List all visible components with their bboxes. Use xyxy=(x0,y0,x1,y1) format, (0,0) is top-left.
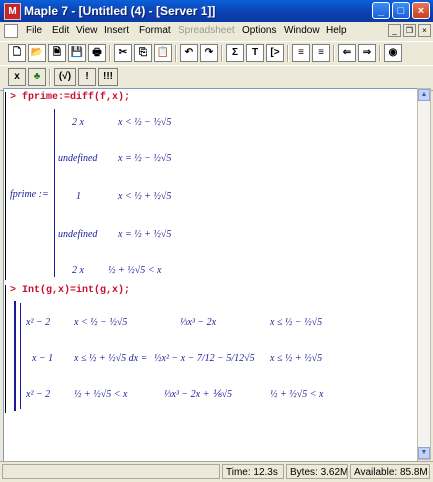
piecewise-brace xyxy=(54,109,55,277)
scroll-up-icon[interactable]: ▲ xyxy=(418,89,430,101)
piece-cond: x = ½ + ½√5 xyxy=(118,229,172,240)
execution-group-bracket[interactable] xyxy=(5,285,6,413)
result-cond: ½ + ½√5 < x xyxy=(270,389,324,400)
integrand-cond: ½ + ½√5 < x xyxy=(74,389,128,400)
integrand-cond: x < ½ − ½√5 xyxy=(74,317,128,328)
status-bytes: Bytes: 3.62M xyxy=(286,464,348,479)
doc-restore-button[interactable]: ❐ xyxy=(403,24,416,37)
piece-expr: 2 x xyxy=(72,265,84,276)
input-line-2[interactable]: > Int(g,x)=int(g,x); xyxy=(10,285,130,296)
menu-format[interactable]: Format xyxy=(139,25,171,36)
toolbar-separator xyxy=(379,45,381,62)
scroll-down-icon[interactable]: ▼ xyxy=(418,447,430,459)
result-cond: x ≤ ½ − ½√5 xyxy=(270,317,323,328)
toolbar-separator xyxy=(175,45,177,62)
piece-expr: 1 xyxy=(76,191,81,202)
open-url-icon[interactable]: 🗎 xyxy=(48,44,66,62)
paste-icon[interactable]: 📋 xyxy=(154,44,172,62)
redo-icon[interactable]: ↷ xyxy=(200,44,218,62)
prompt-icon[interactable]: [> xyxy=(266,44,284,62)
menu-help[interactable]: Help xyxy=(326,25,347,36)
title-bar[interactable]: M Maple 7 - [Untitled (4) - [Server 1]] … xyxy=(0,0,433,22)
menu-options[interactable]: Options xyxy=(242,25,276,36)
status-available: Available: 85.8M xyxy=(350,464,430,479)
integrand-expr: x² − 2 xyxy=(26,389,51,400)
new-file-icon[interactable]: 🗋 xyxy=(8,44,26,62)
stop-icon[interactable]: ◉ xyxy=(384,44,402,62)
toolbar-separator xyxy=(109,45,111,62)
result-cond: x ≤ ½ + ½√5 xyxy=(270,353,323,364)
doc-close-button[interactable]: × xyxy=(418,24,431,37)
maximize-button[interactable]: □ xyxy=(392,2,410,19)
back-icon[interactable]: ⇐ xyxy=(338,44,356,62)
input-line-1[interactable]: > fprime:=diff(f,x); xyxy=(10,92,130,103)
sigma-icon[interactable]: Σ xyxy=(226,44,244,62)
main-toolbar: 🗋 📂 🗎 💾 🖶 ✂ ⎘ 📋 ↶ ↷ Σ T [> ≡ ≡ ⇐ ⇒ ◉ xyxy=(0,41,433,67)
piece-cond: x < ½ + ½√5 xyxy=(118,191,172,202)
close-button[interactable]: × xyxy=(412,2,430,19)
open-file-icon[interactable]: 📂 xyxy=(28,44,46,62)
toolbar-separator xyxy=(333,45,335,62)
menu-bar: File Edit View Insert Format Spreadsheet… xyxy=(0,22,433,41)
piece-expr: 2 x xyxy=(72,117,84,128)
copy-icon[interactable]: ⎘ xyxy=(134,44,152,62)
output-lhs-fprime: fprime := xyxy=(10,189,49,200)
toolbar-separator xyxy=(49,69,51,86)
status-bar: Time: 12.3s Bytes: 3.62M Available: 85.8… xyxy=(0,461,433,482)
undo-icon[interactable]: ↶ xyxy=(180,44,198,62)
toolbar-separator xyxy=(287,45,289,62)
toolbar-separator xyxy=(221,45,223,62)
vertical-scrollbar[interactable]: ▲ ▼ xyxy=(417,88,431,460)
status-message xyxy=(2,464,220,479)
cut-icon[interactable]: ✂ xyxy=(114,44,132,62)
execute-all-icon[interactable]: !!! xyxy=(98,68,118,86)
text-mode-icon[interactable]: T xyxy=(246,44,264,62)
outdent-icon[interactable]: ≡ xyxy=(312,44,330,62)
integrand-expr: x − 1 xyxy=(32,353,54,364)
worksheet-area[interactable]: > fprime:=diff(f,x); fprime := 2 x x < ½… xyxy=(3,88,418,462)
integrand-expr: x² − 2 xyxy=(26,317,51,328)
menu-window[interactable]: Window xyxy=(284,25,320,36)
integral-sign xyxy=(14,301,16,411)
leaf-icon[interactable]: ♣ xyxy=(28,68,46,86)
forward-icon[interactable]: ⇒ xyxy=(358,44,376,62)
menu-file[interactable]: File xyxy=(26,25,42,36)
status-time: Time: 12.3s xyxy=(222,464,284,479)
menu-insert[interactable]: Insert xyxy=(104,25,129,36)
minimize-button[interactable]: _ xyxy=(372,2,390,19)
integrand-cond: x ≤ ½ + ½√5 dx = xyxy=(74,353,148,364)
result-expr: ⅓x³ − 2x + ⅙√5 xyxy=(164,389,233,400)
maple-app-icon[interactable]: M xyxy=(4,3,21,20)
piece-expr: undefined xyxy=(58,153,98,164)
menu-view[interactable]: View xyxy=(76,25,98,36)
menu-edit[interactable]: Edit xyxy=(52,25,69,36)
piece-cond: x = ½ − ½√5 xyxy=(118,153,172,164)
indent-icon[interactable]: ≡ xyxy=(292,44,310,62)
document-menu-icon[interactable] xyxy=(4,24,18,38)
piece-cond: ½ + ½√5 < x xyxy=(108,265,162,276)
result-expr: ⅓x³ − 2x xyxy=(180,317,217,328)
check-syntax-icon[interactable]: (√) xyxy=(54,68,76,86)
print-icon[interactable]: 🖶 xyxy=(88,44,106,62)
window-title: Maple 7 - [Untitled (4) - [Server 1]] xyxy=(24,4,216,18)
piece-expr: undefined xyxy=(58,229,98,240)
save-icon[interactable]: 💾 xyxy=(68,44,86,62)
doc-minimize-button[interactable]: _ xyxy=(388,24,401,37)
execute-icon[interactable]: ! xyxy=(78,68,96,86)
result-expr: ½x² − x − 7/12 − 5/12√5 xyxy=(154,353,255,364)
maple-notation-icon[interactable]: x xyxy=(8,68,26,86)
execution-group-bracket[interactable] xyxy=(5,92,6,280)
piece-cond: x < ½ − ½√5 xyxy=(118,117,172,128)
piecewise-brace xyxy=(20,303,21,409)
menu-spreadsheet: Spreadsheet xyxy=(178,25,235,36)
